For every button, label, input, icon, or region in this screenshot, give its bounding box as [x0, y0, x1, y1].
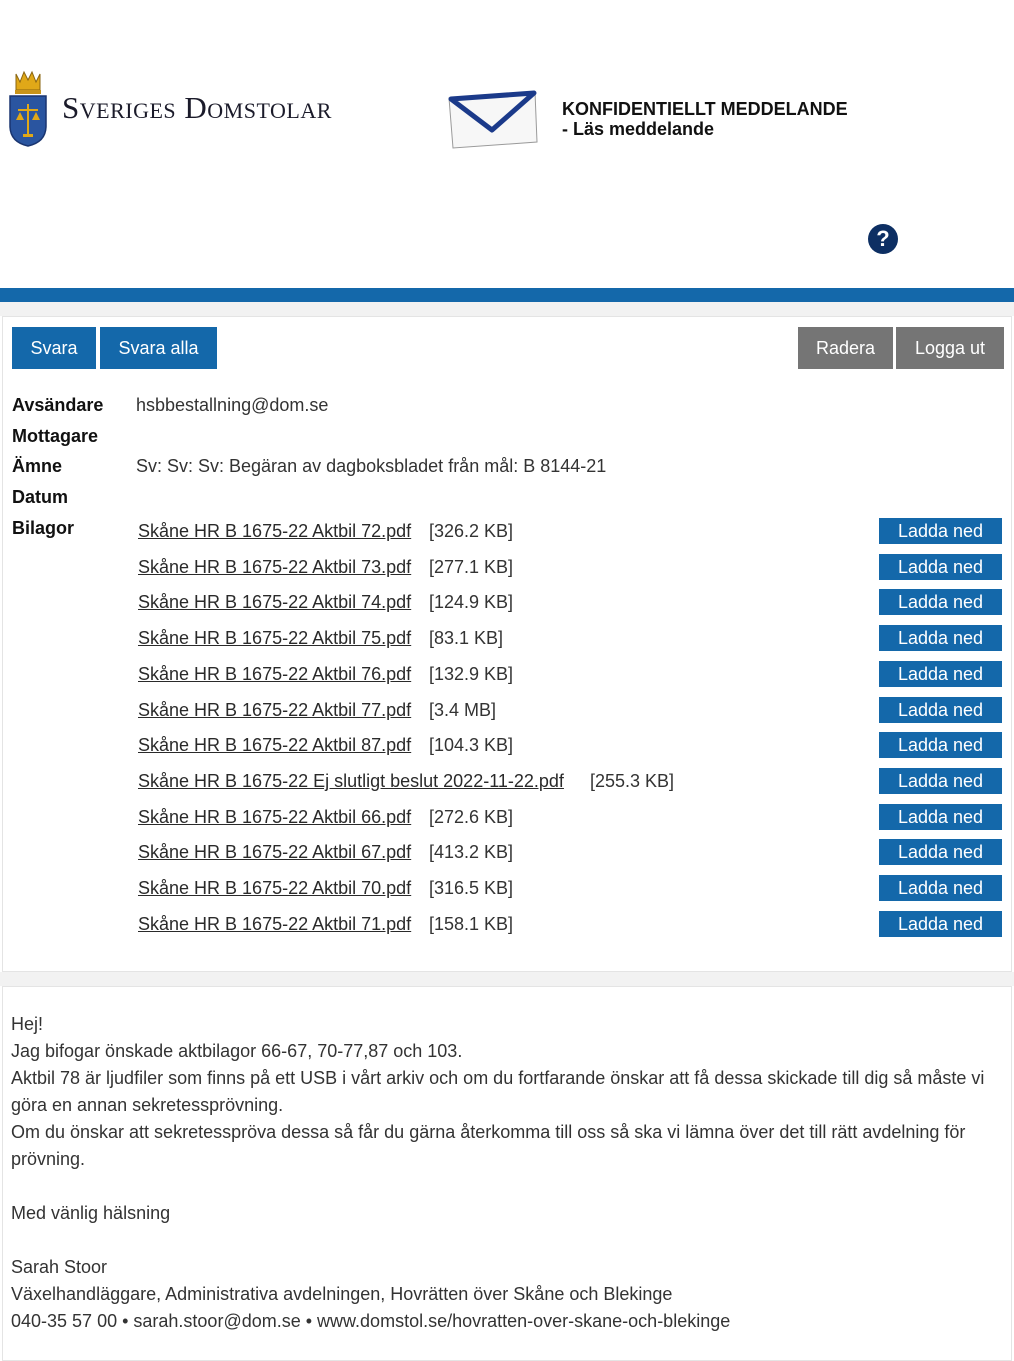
download-button[interactable]: Ladda ned [879, 518, 1002, 544]
logo-text: Sveriges Domstolar [62, 90, 332, 125]
attachment-size: [413.2 KB] [429, 842, 514, 862]
signature-title: Växelhandläggare, Administrativa avdelni… [11, 1284, 673, 1304]
download-button[interactable]: Ladda ned [879, 661, 1002, 687]
download-button[interactable]: Ladda ned [879, 554, 1002, 580]
attachment-size: [83.1 KB] [429, 628, 504, 648]
attachment-link[interactable]: Skåne HR B 1675-22 Aktbil 72.pdf [138, 521, 411, 542]
attachment-size: [326.2 KB] [429, 521, 514, 541]
logout-button[interactable]: Logga ut [896, 327, 1004, 369]
message-paragraph: Jag bifogar önskade aktbilagor 66-67, 70… [11, 1041, 463, 1061]
signature-name: Sarah Stoor [11, 1257, 108, 1277]
reply-all-button[interactable]: Svara alla [100, 327, 217, 369]
sender-label: Avsändare [12, 395, 104, 415]
message-paragraph: Om du önskar att sekretesspröva dessa så… [11, 1122, 966, 1169]
sveriges-domstolar-logo: Sveriges Domstolar [6, 68, 332, 148]
attachment-size: [272.6 KB] [429, 807, 514, 827]
attachment-size: [104.3 KB] [429, 735, 514, 755]
download-button[interactable]: Ladda ned [879, 804, 1002, 830]
attachment-link[interactable]: Skåne HR B 1675-22 Aktbil 70.pdf [138, 878, 411, 899]
attachment-link[interactable]: Skåne HR B 1675-22 Aktbil 67.pdf [138, 842, 411, 863]
header-divider [0, 288, 1014, 302]
download-button[interactable]: Ladda ned [879, 839, 1002, 865]
download-button[interactable]: Ladda ned [879, 589, 1002, 615]
help-icon[interactable]: ? [868, 224, 898, 254]
delete-button[interactable]: Radera [798, 327, 893, 369]
attachment-size: [255.3 KB] [590, 771, 675, 791]
message-header-panel: Svara Svara alla Radera Logga ut Avsända… [2, 316, 1012, 972]
sender-value: hsbbestallning@dom.se [136, 395, 329, 415]
message-body-panel: Hej! Jag bifogar önskade aktbilagor 66-6… [2, 986, 1012, 1361]
page-title: KONFIDENTIELLT MEDDELANDE - Läs meddelan… [562, 99, 848, 139]
attachment-link[interactable]: Skåne HR B 1675-22 Aktbil 87.pdf [138, 735, 411, 756]
date-label: Datum [12, 487, 69, 507]
message-body: Hej! Jag bifogar önskade aktbilagor 66-6… [11, 1011, 1001, 1335]
download-button[interactable]: Ladda ned [879, 625, 1002, 651]
attachment-size: [124.9 KB] [429, 592, 514, 612]
page-title-main: KONFIDENTIELLT MEDDELANDE [562, 99, 848, 119]
attachment-size: [277.1 KB] [429, 557, 514, 577]
attachment-size: [316.5 KB] [429, 878, 514, 898]
download-button[interactable]: Ladda ned [879, 768, 1002, 794]
attachment-size: [158.1 KB] [429, 914, 514, 934]
attachment-link[interactable]: Skåne HR B 1675-22 Aktbil 76.pdf [138, 664, 411, 685]
envelope-icon [448, 90, 538, 149]
spacer [0, 972, 1014, 986]
signature-contact: 040-35 57 00 • sarah.stoor@dom.se • www.… [11, 1311, 731, 1331]
attachment-link[interactable]: Skåne HR B 1675-22 Aktbil 75.pdf [138, 628, 411, 649]
message-closing: Med vänlig hälsning [11, 1203, 171, 1223]
message-paragraph: Aktbil 78 är ljudfiler som finns på ett … [11, 1068, 985, 1115]
subject-label: Ämne [12, 456, 63, 476]
recipient-label: Mottagare [12, 426, 99, 446]
download-button[interactable]: Ladda ned [879, 911, 1002, 937]
attachment-size: [3.4 MB] [429, 700, 497, 720]
attachment-size: [132.9 KB] [429, 664, 514, 684]
attachment-link[interactable]: Skåne HR B 1675-22 Aktbil 66.pdf [138, 807, 411, 828]
attachment-link[interactable]: Skåne HR B 1675-22 Aktbil 74.pdf [138, 592, 411, 613]
reply-button[interactable]: Svara [12, 327, 96, 369]
download-button[interactable]: Ladda ned [879, 697, 1002, 723]
coat-of-arms-icon [9, 70, 47, 147]
attachments-label: Bilagor [12, 518, 75, 538]
download-button[interactable]: Ladda ned [879, 732, 1002, 758]
page-header: Sveriges Domstolar KONFIDENTIELLT MEDDEL… [0, 0, 1014, 288]
attachment-link[interactable]: Skåne HR B 1675-22 Aktbil 73.pdf [138, 557, 411, 578]
attachment-link[interactable]: Skåne HR B 1675-22 Aktbil 77.pdf [138, 700, 411, 721]
attachment-link[interactable]: Skåne HR B 1675-22 Ej slutligt beslut 20… [138, 771, 564, 792]
subject-value: Sv: Sv: Sv: Begäran av dagboksbladet frå… [136, 456, 607, 476]
download-button[interactable]: Ladda ned [879, 875, 1002, 901]
spacer [0, 302, 1014, 316]
page-title-sub: - Läs meddelande [562, 119, 715, 139]
message-greeting: Hej! [11, 1014, 44, 1034]
attachment-link[interactable]: Skåne HR B 1675-22 Aktbil 71.pdf [138, 914, 411, 935]
